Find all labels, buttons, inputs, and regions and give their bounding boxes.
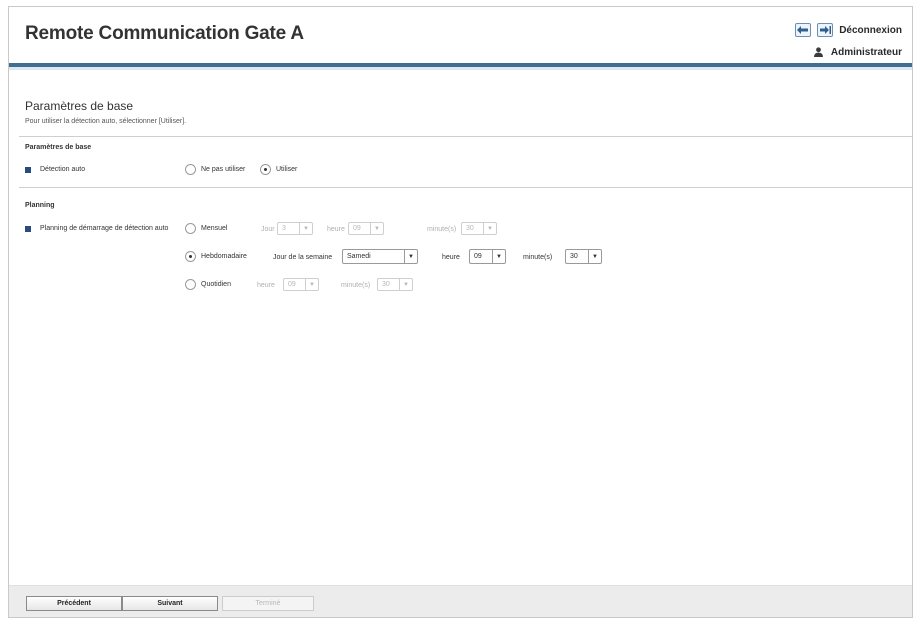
radio-hebdomadaire[interactable]: Hebdomadaire — [185, 251, 247, 262]
chevron-down-icon: ▼ — [492, 250, 505, 263]
page-title: Paramètres de base — [25, 99, 134, 113]
bullet-square — [25, 166, 31, 173]
hour-value: 09 — [353, 225, 361, 232]
chevron-down-icon: ▼ — [588, 250, 601, 263]
logout-icon[interactable] — [817, 23, 834, 37]
day-value: 3 — [282, 225, 286, 232]
hour-label: heure — [327, 226, 345, 233]
radio-circle[interactable] — [185, 279, 196, 290]
radio-mensuel[interactable]: Mensuel — [185, 223, 227, 234]
header-actions: Déconnexion Administrateur — [789, 21, 902, 61]
minute-label: minute(s) — [341, 282, 371, 289]
radio-label: Hebdomadaire — [201, 253, 247, 260]
radio-label: Ne pas utiliser — [201, 166, 246, 173]
radio-utiliser[interactable]: Utiliser — [260, 164, 297, 175]
weekday-label: Jour de la semaine — [273, 254, 333, 261]
minute-select[interactable]: 30 ▼ — [377, 278, 413, 291]
minute-label: minute(s) — [427, 226, 457, 233]
radio-label: Quotidien — [201, 281, 231, 288]
radio-selected-dot — [189, 255, 192, 258]
hour-select[interactable]: 09 ▼ — [348, 222, 384, 235]
chevron-down-icon: ▼ — [483, 223, 496, 234]
logout-link[interactable]: Déconnexion — [839, 25, 902, 36]
day-label: Jour — [261, 226, 275, 233]
minute-value: 30 — [382, 281, 390, 288]
finish-button[interactable]: Terminé — [222, 596, 314, 611]
user-icon — [813, 47, 823, 57]
section-title-basic: Paramètres de base — [25, 144, 92, 151]
radio-circle[interactable] — [260, 164, 271, 175]
chevron-down-icon: ▼ — [399, 279, 412, 290]
hour-select[interactable]: 09 ▼ — [283, 278, 319, 291]
minute-value: 30 — [466, 225, 474, 232]
weekday-value: Samedi — [347, 253, 371, 260]
radio-circle[interactable] — [185, 164, 196, 175]
hour-label: heure — [257, 282, 275, 289]
planning-label: Planning de démarrage de détection auto — [25, 225, 168, 232]
hour-value: 09 — [474, 253, 482, 260]
minute-select[interactable]: 30 ▼ — [461, 222, 497, 235]
chevron-down-icon: ▼ — [370, 223, 383, 234]
section-divider — [19, 136, 912, 137]
radio-quotidien[interactable]: Quotidien — [185, 279, 231, 290]
minute-value: 30 — [570, 253, 578, 260]
chevron-down-icon: ▼ — [305, 279, 318, 290]
section-divider — [19, 187, 912, 188]
next-button[interactable]: Suivant — [122, 596, 218, 611]
hour-label: heure — [442, 254, 460, 261]
radio-selected-dot — [264, 168, 267, 171]
main-content: Paramètres de base Pour utiliser la déte… — [9, 70, 912, 585]
footer-bar: Précédent Suivant Terminé — [9, 585, 912, 617]
detection-auto-label: Détection auto — [25, 166, 85, 173]
page-description: Pour utiliser la détection auto, sélecti… — [25, 118, 187, 125]
header: Remote Communication Gate A Déconnexion … — [9, 7, 912, 63]
app-window: Remote Communication Gate A Déconnexion … — [8, 6, 913, 618]
radio-ne-pas-utiliser[interactable]: Ne pas utiliser — [185, 164, 245, 175]
section-title-planning: Planning — [25, 202, 55, 209]
radio-label: Utiliser — [276, 166, 298, 173]
chevron-down-icon: ▼ — [299, 223, 312, 234]
minute-select[interactable]: 30 ▼ — [565, 249, 602, 264]
detection-auto-text: Détection auto — [40, 166, 86, 173]
radio-circle[interactable] — [185, 223, 196, 234]
radio-circle[interactable] — [185, 251, 196, 262]
chevron-down-icon: ▼ — [404, 250, 417, 263]
back-icon[interactable] — [795, 23, 812, 37]
previous-button[interactable]: Précédent — [26, 596, 122, 611]
day-select[interactable]: 3 ▼ — [277, 222, 313, 235]
hour-value: 09 — [288, 281, 296, 288]
hour-select[interactable]: 09 ▼ — [469, 249, 506, 264]
weekday-select[interactable]: Samedi ▼ — [342, 249, 418, 264]
radio-label: Mensuel — [201, 225, 228, 232]
user-name: Administrateur — [830, 46, 902, 58]
bullet-square — [25, 225, 31, 232]
planning-text: Planning de démarrage de détection auto — [40, 225, 169, 232]
minute-label: minute(s) — [523, 254, 553, 261]
app-title: Remote Communication Gate A — [25, 23, 304, 44]
